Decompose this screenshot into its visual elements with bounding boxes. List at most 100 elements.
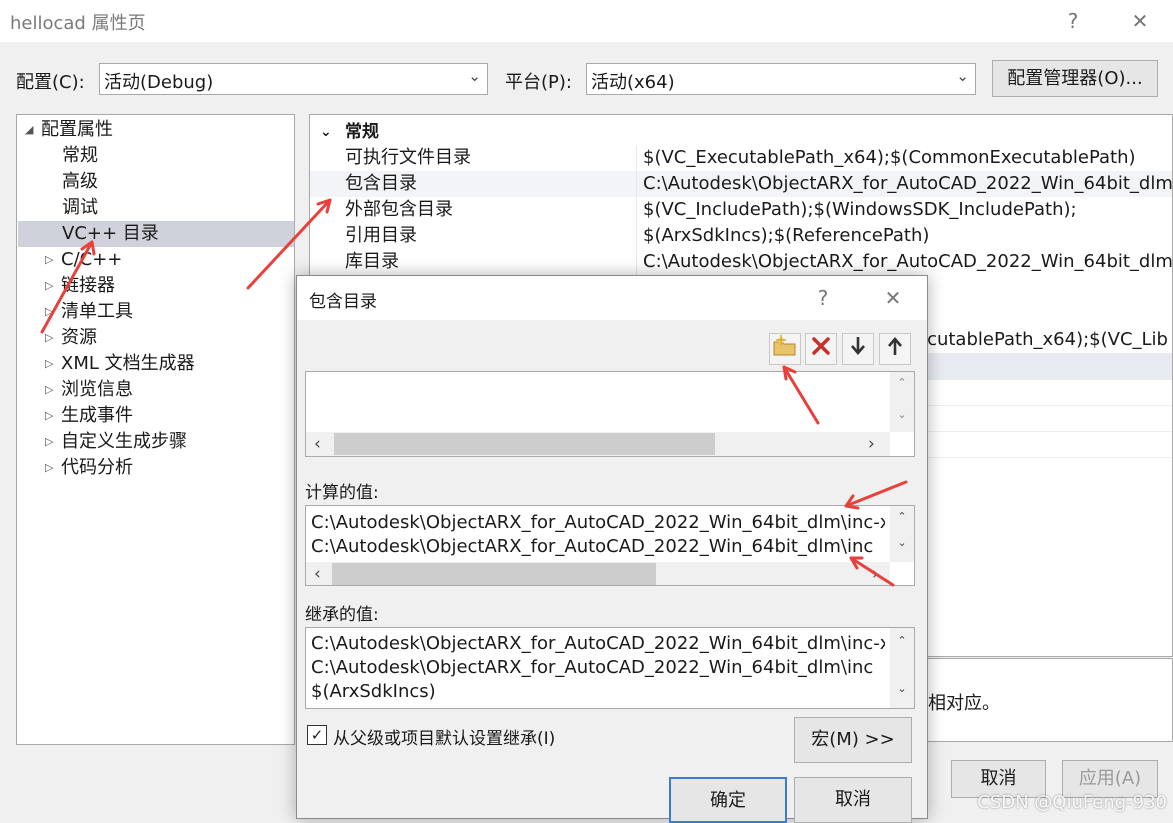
property-value: C:\Autodesk\ObjectARX_for_AutoCAD_2022_W… — [643, 251, 1173, 272]
platform-select[interactable]: 活动(x64) ⌄ — [586, 63, 976, 95]
inherit-checkbox-label[interactable]: 从父级或项目默认设置继承(I) — [333, 724, 555, 749]
list-horizontal-scrollbar[interactable]: ‹ › — [306, 432, 890, 456]
config-select[interactable]: 活动(Debug) ⌄ — [99, 63, 488, 95]
scroll-thumb[interactable] — [334, 433, 715, 455]
collapsed-triangle-icon[interactable]: ▷ — [45, 351, 53, 377]
tree-item[interactable]: ▷ 资源 — [45, 325, 293, 351]
inherited-line: $(ArxSdkIncs) — [311, 681, 436, 702]
scroll-up-icon: ⌃ — [897, 376, 907, 389]
property-value: C:\Autodesk\ObjectARX_for_AutoCAD_2022_W… — [643, 173, 1173, 194]
tree-item[interactable]: ▷ 浏览信息 — [45, 377, 293, 403]
tree-item[interactable]: VC++ 目录 — [18, 221, 294, 247]
tree-item-label: C/C++ — [61, 249, 123, 270]
tree-item-label: 自定义生成步骤 — [61, 431, 187, 452]
evaluated-vertical-scrollbar[interactable]: ⌃ ⌄ — [890, 506, 914, 562]
collapsed-triangle-icon[interactable]: ▷ — [45, 403, 53, 429]
tree-item-label: 链接器 — [61, 275, 115, 296]
scroll-left-icon: ‹ — [314, 564, 321, 584]
tree-item[interactable]: 常规 — [18, 143, 294, 169]
new-line-button[interactable] — [769, 333, 801, 365]
evaluated-line: C:\Autodesk\ObjectARX_for_AutoCAD_2022_W… — [311, 536, 874, 557]
collapsed-triangle-icon[interactable]: ▷ — [45, 247, 53, 273]
inherited-line: C:\Autodesk\ObjectARX_for_AutoCAD_2022_W… — [311, 633, 885, 654]
dialog-cancel-button[interactable]: 取消 — [794, 777, 912, 823]
evaluated-horizontal-scrollbar[interactable]: ‹ › — [306, 562, 890, 585]
dialog-title-bar: 包含目录 ? ✕ — [297, 276, 927, 320]
config-manager-button[interactable]: 配置管理器(O)... — [992, 60, 1158, 97]
inherit-checkbox[interactable]: ✓ — [307, 725, 327, 745]
property-name: 引用目录 — [345, 225, 417, 246]
collapsed-triangle-icon[interactable]: ▷ — [45, 429, 53, 455]
scroll-left-icon: ‹ — [314, 434, 321, 454]
directory-list[interactable]: ⌃ ⌄ ‹ › — [305, 371, 915, 457]
tree-item[interactable]: 调试 — [18, 195, 294, 221]
grid-row[interactable]: 可执行文件目录 $(VC_ExecutablePath_x64);$(Common… — [310, 145, 1172, 171]
tree-item-label: 调试 — [62, 197, 98, 218]
delete-icon — [812, 337, 830, 355]
partial-value: ecutablePath_x64);$(VC_Lib — [916, 329, 1168, 350]
title-bar: hellocad 属性页 ? ✕ — [0, 0, 1173, 42]
ok-button[interactable]: 确定 — [669, 777, 787, 823]
grid-row[interactable]: 引用目录 $(ArxSdkIncs);$(ReferencePath) — [310, 223, 1172, 249]
tree-item[interactable]: ▷ 代码分析 — [45, 455, 293, 481]
config-value: 活动(Debug) — [104, 72, 214, 93]
evaluated-line: C:\Autodesk\ObjectARX_for_AutoCAD_2022_W… — [311, 512, 885, 533]
grid-row[interactable]: 外部包含目录 $(VC_IncludePath);$(WindowsSDK_Inc… — [310, 197, 1172, 223]
category-label: 常规 — [345, 122, 379, 142]
tree-item-label: 清单工具 — [61, 301, 133, 322]
close-button[interactable]: ✕ — [1125, 6, 1155, 36]
tree-root-label: 配置属性 — [41, 119, 113, 140]
move-down-button[interactable] — [842, 333, 874, 365]
scroll-down-icon: ⌄ — [897, 682, 907, 695]
property-value: $(VC_ExecutablePath_x64);$(CommonExecuta… — [643, 147, 1136, 168]
tree-root[interactable]: ◢ 配置属性 — [25, 117, 285, 143]
tree-item-label: 生成事件 — [61, 405, 133, 426]
collapsed-triangle-icon[interactable]: ▷ — [45, 299, 53, 325]
dialog-close-button[interactable]: ✕ — [878, 283, 908, 313]
tree-item[interactable]: ▷ 清单工具 — [45, 299, 293, 325]
scroll-right-icon: › — [872, 564, 879, 584]
inherited-label: 继承的值: — [305, 605, 379, 625]
column-separator — [636, 197, 637, 223]
tree-item[interactable]: ▷ 链接器 — [45, 273, 293, 299]
scroll-down-icon: ⌄ — [897, 408, 907, 421]
inherited-line: C:\Autodesk\ObjectARX_for_AutoCAD_2022_W… — [311, 657, 874, 678]
collapsed-triangle-icon[interactable]: ▷ — [45, 325, 53, 351]
platform-value: 活动(x64) — [591, 72, 675, 93]
macro-button[interactable]: 宏(M) >> — [794, 717, 912, 763]
column-separator — [636, 171, 637, 197]
tree-item-label: 代码分析 — [61, 457, 133, 478]
property-name: 可执行文件目录 — [345, 147, 471, 168]
arrow-down-icon — [851, 337, 865, 355]
config-label: 配置(C): — [16, 72, 85, 93]
tree-item-label: 浏览信息 — [61, 379, 133, 400]
tree-item[interactable]: 高级 — [18, 169, 294, 195]
property-tree: ◢ 配置属性 常规 高级 调试 VC++ 目录 ▷ C/C++ ▷ 链接器 ▷ 清单工具 ▷ 资源 ▷ X… — [16, 114, 295, 745]
collapsed-triangle-icon[interactable]: ▷ — [45, 377, 53, 403]
collapsed-triangle-icon[interactable]: ▷ — [45, 455, 53, 481]
grid-category[interactable]: ⌄ 常规 — [310, 119, 1172, 145]
list-vertical-scrollbar[interactable]: ⌃ ⌄ — [890, 372, 914, 432]
tree-item-label: 资源 — [61, 327, 97, 348]
help-button[interactable]: ? — [1058, 6, 1088, 36]
move-up-button[interactable] — [879, 333, 911, 365]
grid-row[interactable]: 库目录 C:\Autodesk\ObjectARX_for_AutoCAD_202… — [310, 249, 1173, 275]
tree-item[interactable]: ▷ 生成事件 — [45, 403, 293, 429]
inherited-vertical-scrollbar[interactable]: ⌃ ⌄ — [890, 628, 914, 708]
collapsed-triangle-icon[interactable]: ▷ — [45, 273, 53, 299]
chevron-down-icon: ⌄ — [468, 67, 481, 85]
dialog-help-button[interactable]: ? — [808, 283, 838, 313]
tree-item[interactable]: ▷ XML 文档生成器 — [45, 351, 293, 377]
tree-item[interactable]: ▷ 自定义生成步骤 — [45, 429, 293, 455]
scroll-down-icon: ⌄ — [897, 536, 907, 549]
scroll-thumb[interactable] — [332, 563, 656, 585]
delete-button[interactable] — [805, 333, 837, 365]
window-title: hellocad 属性页 — [10, 13, 146, 34]
tree-item[interactable]: ▷ C/C++ — [45, 247, 293, 273]
scroll-up-icon: ⌃ — [897, 510, 907, 523]
collapse-chevron-icon: ⌄ — [320, 124, 332, 140]
arrow-up-icon — [888, 337, 902, 355]
grid-row[interactable]: 包含目录 C:\Autodesk\ObjectARX_for_AutoCAD_20… — [310, 171, 1173, 197]
inherited-values-box: C:\Autodesk\ObjectARX_for_AutoCAD_2022_W… — [305, 627, 915, 709]
include-directories-dialog: 包含目录 ? ✕ ⌃ ⌄ ‹ › 计算的值: C:\Autodesk\Objec… — [296, 275, 928, 823]
